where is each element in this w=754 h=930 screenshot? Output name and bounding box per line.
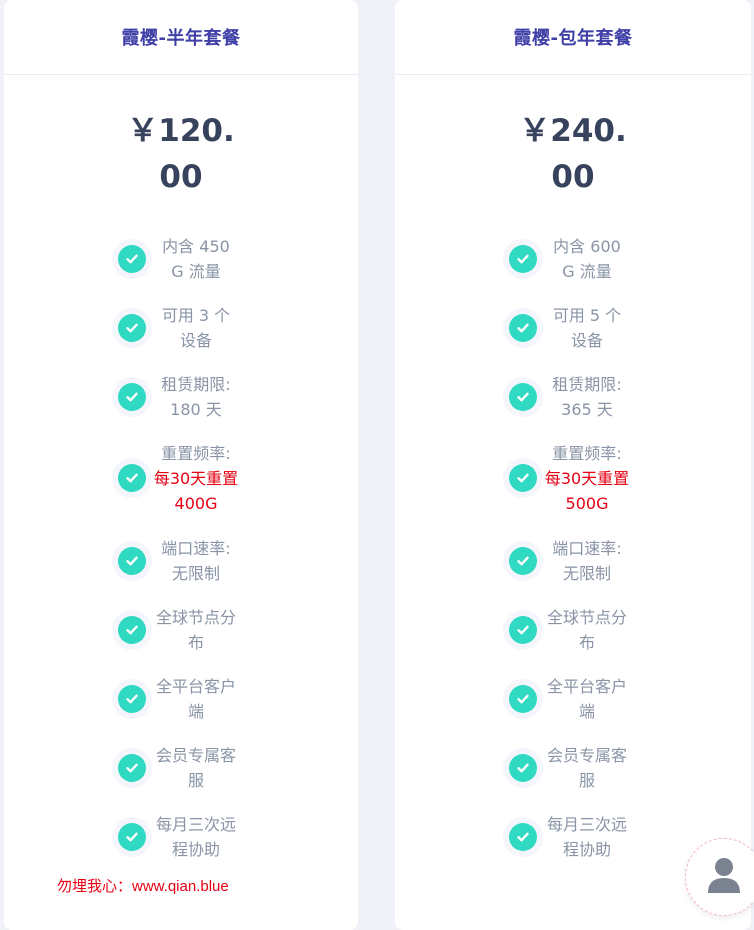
feature-text: 可用 3 个设备 (161, 306, 231, 350)
plan-card-header: 霞樱-包年套餐 (395, 0, 751, 75)
check-circle-icon (509, 685, 537, 713)
feature-item: 端口速率: 无限制 (4, 536, 358, 586)
plan-card-header: 霞樱-半年套餐 (4, 0, 358, 75)
feature-item: 租赁期限: 365 天 (395, 372, 751, 422)
feature-text: 端口速率: 无限制 (161, 539, 231, 583)
feature-text: 租赁期限: 180 天 (161, 375, 231, 419)
feature-item: 内含 450 G 流量 (4, 234, 358, 284)
feature-text: 重置频率: 每30天重置500G (539, 441, 635, 516)
feature-item: 端口速率: 无限制 (395, 536, 751, 586)
feature-item: 全球节点分布 (4, 605, 358, 655)
check-circle-icon (509, 616, 537, 644)
watermark-text: 勿埋我心：www.qian.blue (57, 878, 229, 895)
check-circle-icon (118, 616, 146, 644)
check-circle-icon (509, 754, 537, 782)
feature-item: 会员专属客服 (395, 743, 751, 793)
plan-price: ￥240.00 (519, 113, 627, 195)
feature-text: 端口速率: 无限制 (552, 539, 622, 583)
check-circle-icon (509, 547, 537, 575)
check-circle-icon (118, 464, 146, 492)
check-circle-icon (509, 464, 537, 492)
feature-text: 每月三次远程协助 (546, 815, 627, 859)
plan-card-yearly[interactable]: 霞樱-包年套餐 ￥240.00 内含 600 G 流量 可用 5 个设备 租赁期… (395, 0, 751, 930)
check-circle-icon (118, 823, 146, 851)
feature-text: 全球节点分布 (155, 608, 236, 652)
check-circle-icon (509, 314, 537, 342)
feature-item: 租赁期限: 180 天 (4, 372, 358, 422)
feature-text: 会员专属客服 (155, 746, 236, 790)
feature-item: 会员专属客服 (4, 743, 358, 793)
feature-item: 重置频率: 每30天重置500G (395, 442, 751, 514)
feature-text: 重置频率: 每30天重置400G (148, 441, 244, 516)
plan-title: 霞樱-包年套餐 (513, 28, 633, 49)
plan-price: ￥120.00 (127, 113, 235, 195)
feature-text: 内含 450 G 流量 (162, 237, 230, 281)
feature-text: 会员专属客服 (546, 746, 627, 790)
feature-item: 可用 5 个设备 (395, 303, 751, 353)
check-circle-icon (118, 685, 146, 713)
feature-item: 重置频率: 每30天重置400G (4, 442, 358, 514)
plan-title: 霞樱-半年套餐 (121, 28, 241, 49)
feature-item: 可用 3 个设备 (4, 303, 358, 353)
user-avatar-icon (706, 855, 742, 899)
plan-card-half-year[interactable]: 霞樱-半年套餐 ￥120.00 内含 450 G 流量 可用 3 个设备 租赁期… (4, 0, 358, 930)
check-circle-icon (509, 245, 537, 273)
feature-text: 租赁期限: 365 天 (552, 375, 622, 419)
check-circle-icon (118, 245, 146, 273)
feature-item: 全平台客户端 (4, 674, 358, 724)
feature-text: 全球节点分布 (546, 608, 627, 652)
feature-text: 全平台客户端 (546, 677, 627, 721)
feature-item: 每月三次远程协助 (4, 812, 358, 862)
feature-text: 每月三次远程协助 (155, 815, 236, 859)
feature-text: 全平台客户端 (155, 677, 236, 721)
check-circle-icon (509, 823, 537, 851)
check-circle-icon (509, 383, 537, 411)
feature-item: 全平台客户端 (395, 674, 751, 724)
check-circle-icon (118, 547, 146, 575)
check-circle-icon (118, 314, 146, 342)
feature-highlight: 每30天重置400G (153, 468, 239, 513)
check-circle-icon (118, 754, 146, 782)
support-chat-button[interactable] (685, 838, 754, 916)
feature-label: 重置频率: (161, 443, 231, 463)
check-circle-icon (118, 383, 146, 411)
feature-label: 重置频率: (552, 443, 622, 463)
feature-item: 内含 600 G 流量 (395, 234, 751, 284)
feature-item: 全球节点分布 (395, 605, 751, 655)
feature-text: 可用 5 个设备 (552, 306, 622, 350)
feature-text: 内含 600 G 流量 (553, 237, 621, 281)
feature-highlight: 每30天重置500G (544, 468, 630, 513)
